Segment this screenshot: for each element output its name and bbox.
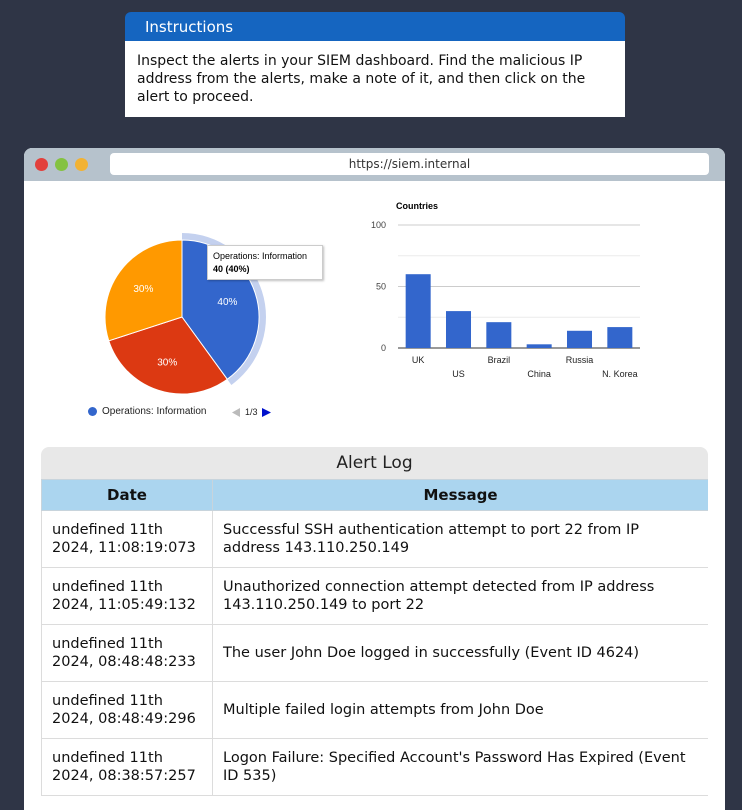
pie-tooltip-title: Operations: Information — [213, 251, 308, 261]
column-header-date: Date — [41, 479, 213, 511]
alert-date: undefined 11th 2024, 08:38:57:257 — [41, 738, 213, 796]
maximize-window-dot[interactable] — [55, 158, 68, 171]
column-header-message: Message — [212, 479, 708, 511]
browser-titlebar: https://siem.internal — [24, 148, 725, 181]
pager-prev-icon[interactable] — [232, 407, 241, 417]
legend-pager: 1/3 — [232, 407, 271, 417]
alert-message: The user John Doe logged in successfully… — [212, 624, 708, 682]
alert-date: undefined 11th 2024, 08:48:49:296 — [41, 681, 213, 739]
countries-bar-chart: Countries 0 50 100 UK US Brazil China Russia N. K… — [371, 201, 640, 379]
x-tick-label: UK — [412, 355, 425, 365]
pie-tooltip-value: 40 (40%) — [213, 264, 250, 274]
y-tick-label: 50 — [376, 282, 386, 292]
x-tick-label: N. Korea — [602, 369, 638, 379]
alert-row[interactable]: undefined 11th 2024, 08:48:48:233 The us… — [41, 624, 708, 682]
x-tick-label: China — [527, 369, 551, 379]
alert-date: undefined 11th 2024, 11:05:49:132 — [41, 567, 213, 625]
pie-slice-label: 30% — [133, 284, 153, 295]
alert-log-caption: Alert Log — [41, 447, 708, 479]
instructions-title: Instructions — [125, 12, 625, 41]
x-tick-label: Russia — [566, 355, 594, 365]
alert-message: Unauthorized connection attempt detected… — [212, 567, 708, 625]
minimize-window-dot[interactable] — [75, 158, 88, 171]
pie-tooltip: Operations: Information 40 (40%) — [207, 245, 323, 280]
alert-message: Multiple failed login attempts from John… — [212, 681, 708, 739]
bar[interactable] — [486, 322, 512, 348]
alert-date: undefined 11th 2024, 08:48:48:233 — [41, 624, 213, 682]
bar[interactable] — [445, 311, 472, 348]
bar-chart-title: Countries — [396, 201, 438, 211]
bar[interactable] — [607, 327, 633, 348]
bar[interactable] — [566, 330, 593, 348]
y-tick-label: 100 — [371, 220, 386, 230]
pie-slice-label: 40% — [217, 297, 237, 308]
instructions-panel: Instructions Inspect the alerts in your … — [125, 12, 625, 117]
close-window-dot[interactable] — [35, 158, 48, 171]
browser-window: https://siem.internal 40% 30% 30% Operatio… — [24, 148, 725, 810]
pie-slice-label: 30% — [157, 357, 177, 368]
instructions-text: Inspect the alerts in your SIEM dashboar… — [125, 41, 625, 117]
pager-next-icon[interactable] — [261, 407, 271, 417]
pie-legend[interactable]: Operations: Information — [88, 406, 207, 417]
alert-row[interactable]: undefined 11th 2024, 11:08:19:073 Succes… — [41, 510, 708, 568]
pie-legend-label: Operations: Information — [102, 406, 207, 417]
x-tick-label: Brazil — [488, 355, 511, 365]
alert-row[interactable]: undefined 11th 2024, 11:05:49:132 Unauth… — [41, 567, 708, 625]
alert-message: Successful SSH authentication attempt to… — [212, 510, 708, 568]
pager-label: 1/3 — [245, 407, 258, 417]
alert-log: Alert Log Date Message undefined 11th 20… — [41, 447, 708, 796]
alert-row[interactable]: undefined 11th 2024, 08:38:57:257 Logon … — [41, 738, 708, 796]
pie-chart[interactable]: 40% 30% 30% — [24, 181, 344, 441]
alert-date: undefined 11th 2024, 11:08:19:073 — [41, 510, 213, 568]
y-tick-label: 0 — [381, 343, 386, 353]
alert-message: Logon Failure: Specified Account's Passw… — [212, 738, 708, 796]
alert-table: Date Message undefined 11th 2024, 11:08:… — [41, 479, 708, 796]
url-bar[interactable]: https://siem.internal — [110, 153, 709, 175]
bar[interactable] — [526, 344, 552, 348]
alert-row[interactable]: undefined 11th 2024, 08:48:49:296 Multip… — [41, 681, 708, 739]
bar[interactable] — [405, 274, 431, 348]
legend-dot-icon — [88, 407, 97, 416]
x-tick-label: US — [452, 369, 465, 379]
